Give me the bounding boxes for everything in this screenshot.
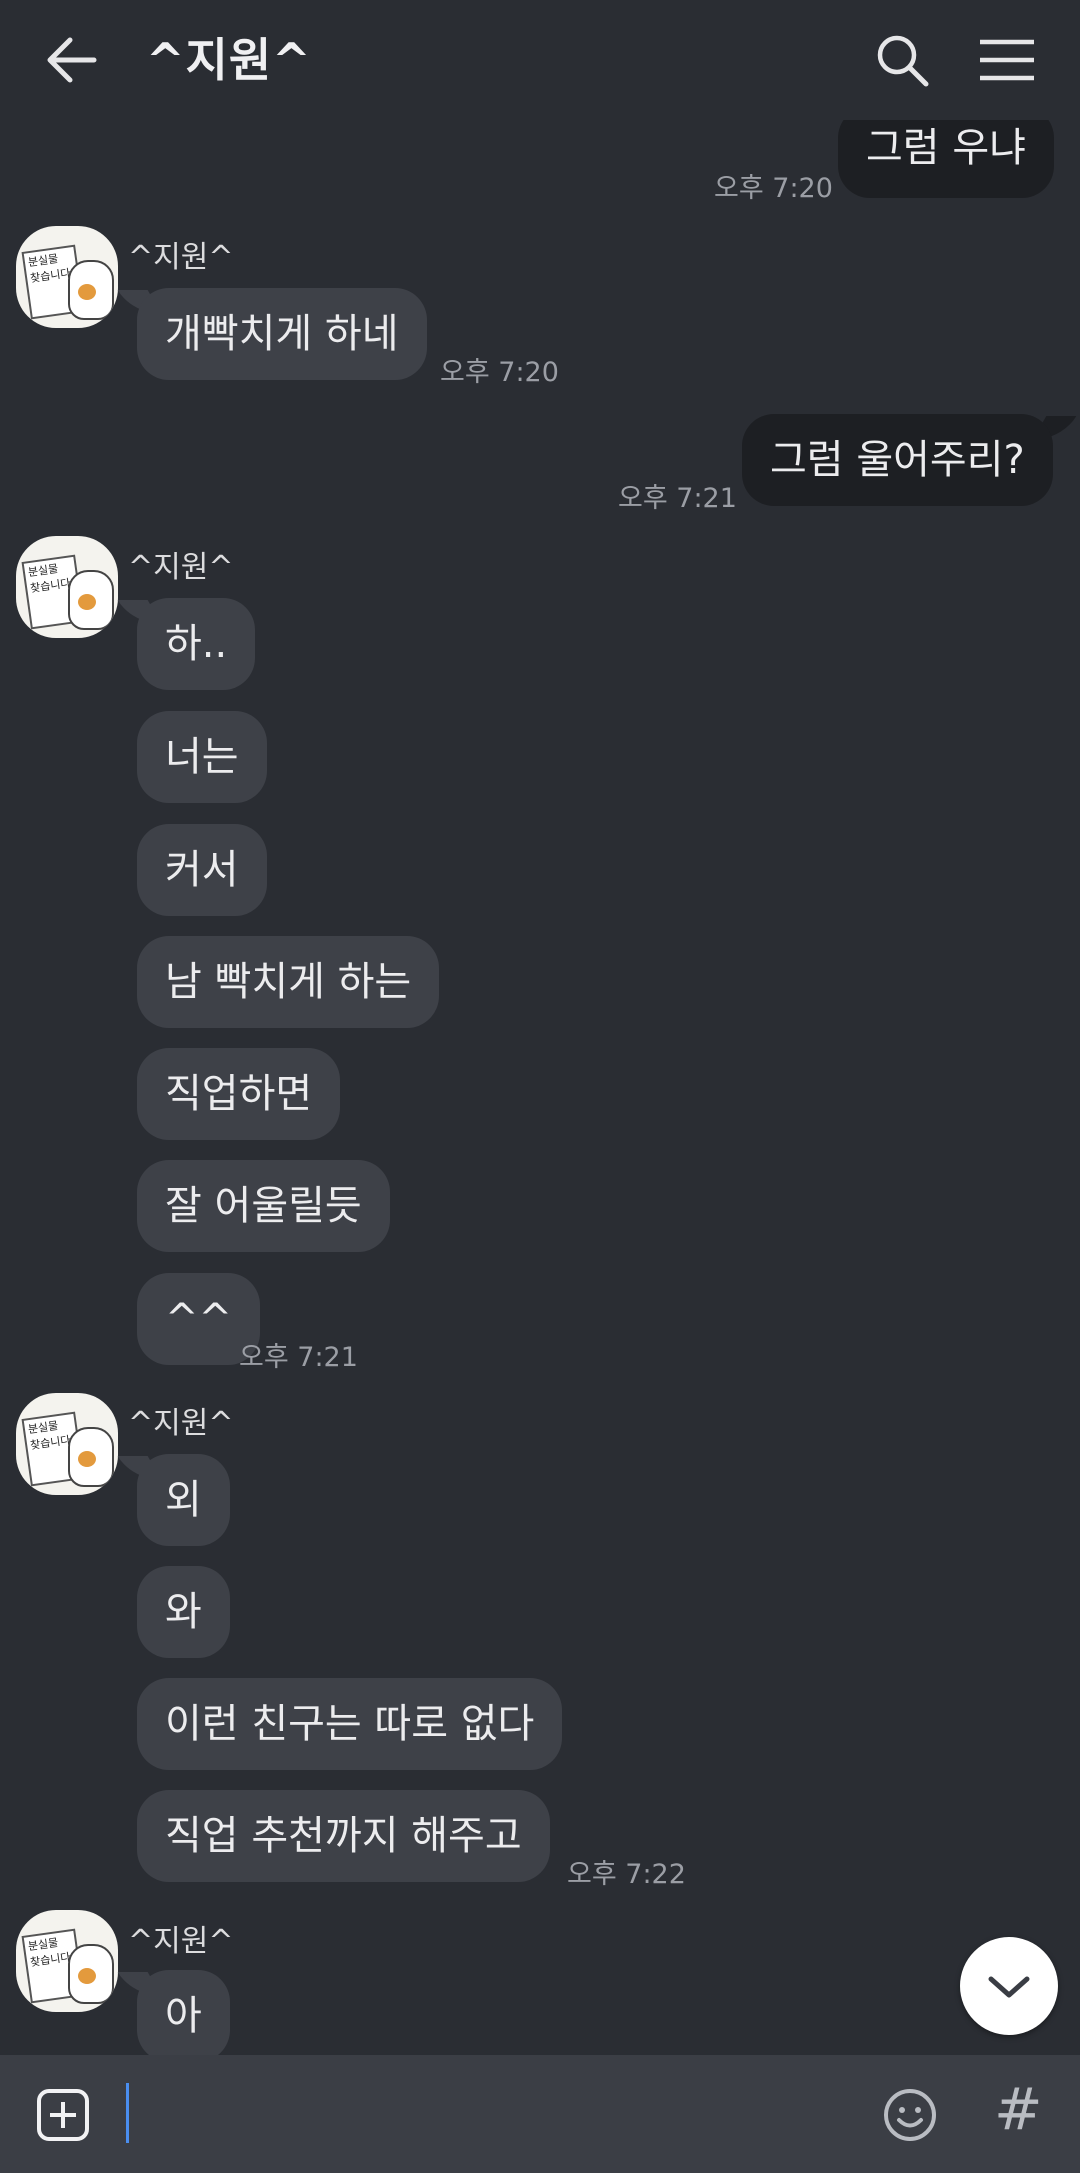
cat-spot [78, 1968, 96, 1984]
chat-title: ^지원^ [146, 33, 312, 87]
plus-square-icon[interactable] [36, 2088, 90, 2142]
message-time: 오후 7:20 [714, 173, 833, 204]
incoming-message[interactable]: 외 [137, 1454, 230, 1546]
cat-spot [78, 284, 96, 300]
hamburger-menu-icon[interactable] [976, 30, 1038, 90]
message-time: 오후 7:21 [239, 1342, 358, 1373]
incoming-message[interactable]: 하.. [137, 598, 256, 690]
hashtag-icon[interactable]: # [994, 2075, 1043, 2143]
cat-spot [78, 594, 96, 610]
avatar[interactable]: 분실물 찾습니다 [16, 226, 118, 328]
message-time: 오후 7:22 [567, 1859, 686, 1890]
incoming-message[interactable]: 직업 추천까지 해주고 [137, 1790, 550, 1882]
chevron-down-icon [988, 1976, 1030, 1998]
chat-header: ^지원^ [0, 0, 1080, 120]
sender-name: ^지원^ [128, 240, 234, 275]
avatar[interactable]: 분실물 찾습니다 [16, 1393, 118, 1495]
incoming-message[interactable]: 너는 [137, 711, 267, 803]
incoming-message[interactable]: 직업하면 [137, 1048, 341, 1140]
incoming-message[interactable]: 남 빡치게 하는 [137, 936, 440, 1028]
avatar[interactable]: 분실물 찾습니다 [16, 536, 118, 638]
incoming-message[interactable]: 잘 어울릴듯 [137, 1160, 390, 1252]
message-text: 그럼 우냐 [866, 125, 1026, 171]
incoming-message[interactable]: 아 [137, 1970, 230, 2055]
arrow-left-icon[interactable] [40, 30, 104, 90]
message-time: 오후 7:21 [618, 483, 737, 514]
incoming-message[interactable]: 와 [137, 1566, 230, 1658]
incoming-message[interactable]: 커서 [137, 824, 267, 916]
chat-feed[interactable]: 그럼 우냐 오후 7:20 분실물 찾습니다 ^지원^ 개빡치게 하네 오후 7:… [0, 0, 1080, 2055]
message-input-bar: # [0, 2055, 1080, 2173]
sender-name: ^지원^ [128, 550, 234, 585]
scroll-to-bottom-button[interactable] [960, 1937, 1058, 2035]
sender-name: ^지원^ [128, 1406, 234, 1441]
sender-name: ^지원^ [128, 1924, 234, 1959]
outgoing-message[interactable]: 그럼 울어주리? [742, 414, 1053, 506]
avatar[interactable]: 분실물 찾습니다 [16, 1910, 118, 2012]
incoming-message[interactable]: 이런 친구는 따로 없다 [137, 1678, 563, 1770]
incoming-message[interactable]: 개빡치게 하네 [137, 288, 427, 380]
search-icon[interactable] [872, 30, 932, 90]
message-time: 오후 7:20 [440, 357, 559, 388]
cat-spot [78, 1451, 96, 1467]
message-input[interactable] [126, 2083, 129, 2143]
smiley-icon[interactable] [882, 2087, 938, 2143]
